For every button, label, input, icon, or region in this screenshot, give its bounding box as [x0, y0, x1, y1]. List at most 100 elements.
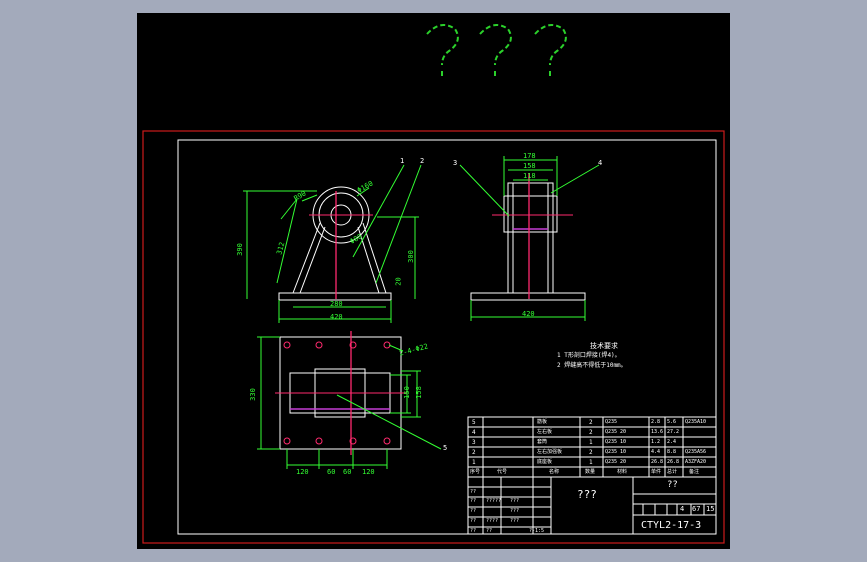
leader-5-label: 5 — [443, 444, 448, 452]
dim-side-178-label: 178 — [523, 152, 536, 160]
bom-row-4-qty: 2 — [589, 429, 593, 436]
drawing-number: CTYL2-17-3 — [641, 520, 702, 531]
bom-row-2-qty: 2 — [589, 449, 593, 456]
leader-2-label: 2 — [420, 157, 425, 165]
title-block-scale-2: 67 — [692, 505, 701, 513]
leader-2 — [375, 164, 422, 284]
bom-row-4-no: 4 — [472, 429, 476, 436]
front-left-leg-inner — [299, 226, 326, 294]
bom-row-3-mat: Q235 10 — [605, 439, 627, 445]
dim-top-spacing-3: 60 — [343, 468, 352, 476]
bom-row-5-w1: 2.8 — [651, 419, 661, 425]
dim-top-spacing-1: 120 — [296, 468, 309, 476]
question-mark-2 — [479, 24, 512, 66]
side-sleeve — [503, 195, 558, 233]
bom-row-5-no: 5 — [472, 419, 476, 426]
leader-4 — [550, 164, 600, 194]
bom-row-1-w2: 26.8 — [667, 459, 680, 465]
bom-header-mat: 材料 — [617, 469, 628, 475]
drawing-canvas — [142, 24, 725, 544]
bom-row-3-name: 套筒 — [537, 439, 548, 445]
dim-top-spacing-4: 120 — [362, 468, 375, 476]
bom-row-5-qty: 2 — [589, 419, 593, 426]
leader-4-label: 4 — [598, 159, 603, 167]
bom-row-1-note: A3ZFA20 — [685, 459, 707, 465]
title-block-center: ??? — [577, 488, 597, 501]
bolt-hole — [283, 341, 291, 349]
leader-1 — [352, 164, 405, 258]
front-base-plate — [278, 292, 392, 301]
dim-top-spacing-2: 60 — [327, 468, 336, 476]
bom-row-2-w1: 4.4 — [651, 449, 661, 455]
dim-front-280-label: 280 — [330, 300, 343, 308]
tb-cell-8: ???? — [486, 518, 499, 524]
side-base-plate — [470, 292, 586, 301]
bom-row-3-w1: 1.2 — [651, 439, 661, 445]
side-upright-inner — [512, 182, 549, 294]
leader-3 — [459, 164, 510, 217]
bom-row-2-no: 2 — [472, 449, 476, 456]
side-upright-outer — [507, 182, 554, 294]
tb-cell-2: ????? — [486, 498, 502, 504]
frame-outer — [142, 130, 725, 544]
tb-cell-10: ?? — [486, 528, 493, 534]
leader-5 — [336, 394, 442, 450]
front-left-leg — [292, 222, 321, 294]
bom-row-4-w1: 13.6 — [651, 429, 664, 435]
bom-header-w2: 总计 — [667, 469, 678, 475]
notes-line-2: 2 焊缝高不得低于10mm。 — [557, 362, 627, 369]
bom-row-2-w2: 8.8 — [667, 449, 677, 455]
notes-heading: 技术要求 — [590, 342, 618, 350]
bom-row-1-name: 底座板 — [537, 459, 553, 465]
bom-row-5-note: Q235A10 — [685, 419, 707, 425]
side-view — [459, 156, 600, 321]
question-mark-3 — [534, 24, 567, 66]
bom-row-5-w2: 5.6 — [667, 419, 677, 425]
bolt-hole — [315, 341, 323, 349]
dim-top-158-label: 158 — [414, 386, 423, 399]
title-question-marks — [426, 24, 567, 79]
dim-side-118-label: 118 — [523, 172, 536, 180]
dim-front-300-label: 300 — [406, 250, 415, 263]
dim-front-390-label: 390 — [235, 243, 244, 256]
tb-cell-4: ?? — [470, 498, 477, 504]
bom-row-5-name: 筋板 — [537, 419, 548, 425]
bom-header-no: 序号 — [470, 469, 481, 475]
question-mark-1 — [426, 24, 459, 66]
title-block-scale-3: 15 — [706, 505, 715, 513]
bom-row-4-name: 左右板 — [537, 429, 553, 435]
dim-front-420-label: 420 — [330, 313, 343, 321]
bom-row-3-qty: 1 — [589, 439, 593, 446]
bom-row-3-w2: 2.4 — [667, 439, 677, 445]
bolt-hole — [383, 437, 391, 445]
title-block-top-right: ?? — [667, 480, 678, 490]
tb-cell-7: ?? — [470, 518, 477, 524]
bom-row-1-w1: 26.8 — [651, 459, 664, 465]
dim-side-158-label: 158 — [523, 162, 536, 170]
bom-row-3-no: 3 — [472, 439, 476, 446]
bom-row-2-mat: Q235 10 — [605, 449, 627, 455]
bom-row-2-name: 左右加强板 — [537, 449, 563, 455]
leader-1-label: 1 — [400, 157, 405, 165]
dim-top-spacing — [286, 449, 388, 469]
notes-line-1: 1 T形剖口焊接(焊4)。 — [557, 352, 621, 359]
bom-row-1-no: 1 — [472, 459, 476, 466]
bom-header-name: 名称 — [549, 469, 560, 475]
bom-row-1-mat: Q235 20 — [605, 459, 627, 465]
tb-cell-3: ??? — [510, 498, 520, 504]
tb-cell-11: ??? — [510, 518, 520, 524]
bom-row-4-mat: Q235 20 — [605, 429, 627, 435]
dim-front-20-label: 20 — [394, 277, 403, 286]
bolt-hole — [283, 437, 291, 445]
bom-row-1-qty: 1 — [589, 459, 593, 466]
bom-header-code: 代号 — [497, 469, 508, 475]
bom-row-4-w2: 27.2 — [667, 429, 680, 435]
bom-header-qty: 数量 — [585, 469, 596, 475]
cad-viewport[interactable]: 390 312 R90 Φ160 Φ80 300 20 280 420 1 2 … — [137, 13, 730, 549]
dim-side-420-label: 420 — [522, 310, 535, 318]
title-block-scale-1: 4 — [680, 505, 685, 513]
dim-top-150-label: 150 — [402, 386, 411, 399]
bom-header-w1: 单件 — [651, 469, 662, 475]
tb-cell-6: ?? — [470, 508, 477, 514]
tb-cell-5: ??? — [510, 508, 520, 514]
